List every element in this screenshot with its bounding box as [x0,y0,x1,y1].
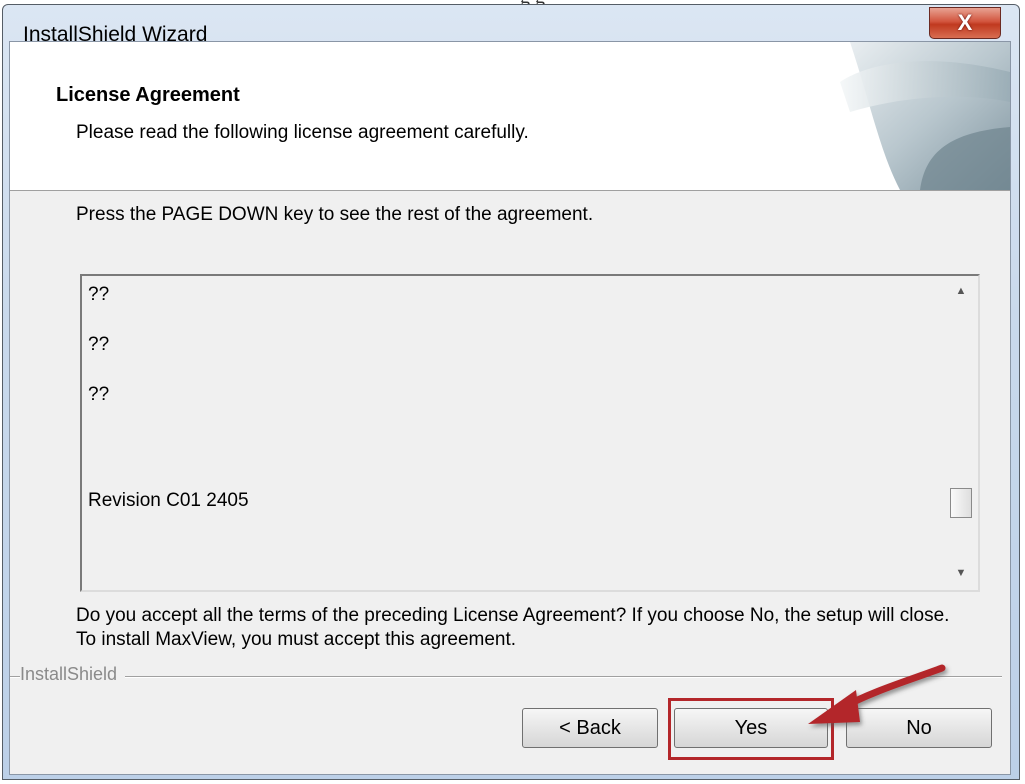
header-title: License Agreement [56,84,240,106]
header-art-graphic [840,42,1010,190]
vertical-scrollbar[interactable]: ▲ ▼ [944,276,978,590]
license-line: Revision C01 2405 [88,490,249,511]
scroll-up-icon[interactable]: ▲ [944,278,978,304]
license-text-box[interactable]: ?? ?? ?? Revision C01 2405 ▲ ▼ [80,274,980,592]
license-line: ?? [88,334,110,355]
license-line: ?? [88,384,110,405]
header-panel: License Agreement Please read the follow… [10,42,1010,191]
scroll-thumb[interactable] [950,488,972,518]
license-line: ?? [88,284,110,305]
dialog-body: License Agreement Please read the follow… [9,41,1011,775]
page-down-instruction: Press the PAGE DOWN key to see the rest … [76,204,594,225]
scroll-down-icon[interactable]: ▼ [944,560,978,586]
red-arrow-icon [808,664,946,724]
accept-question: Do you accept all the terms of the prece… [76,605,950,650]
installshield-window: InstallShield Wizard X License Agreement… [2,4,1020,780]
close-icon: X [957,10,973,35]
installshield-brand-label: InstallShield [20,664,126,685]
back-button[interactable]: < Back [522,708,658,748]
close-button[interactable]: X [929,7,1001,39]
header-subtitle: Please read the following license agreem… [76,122,529,143]
